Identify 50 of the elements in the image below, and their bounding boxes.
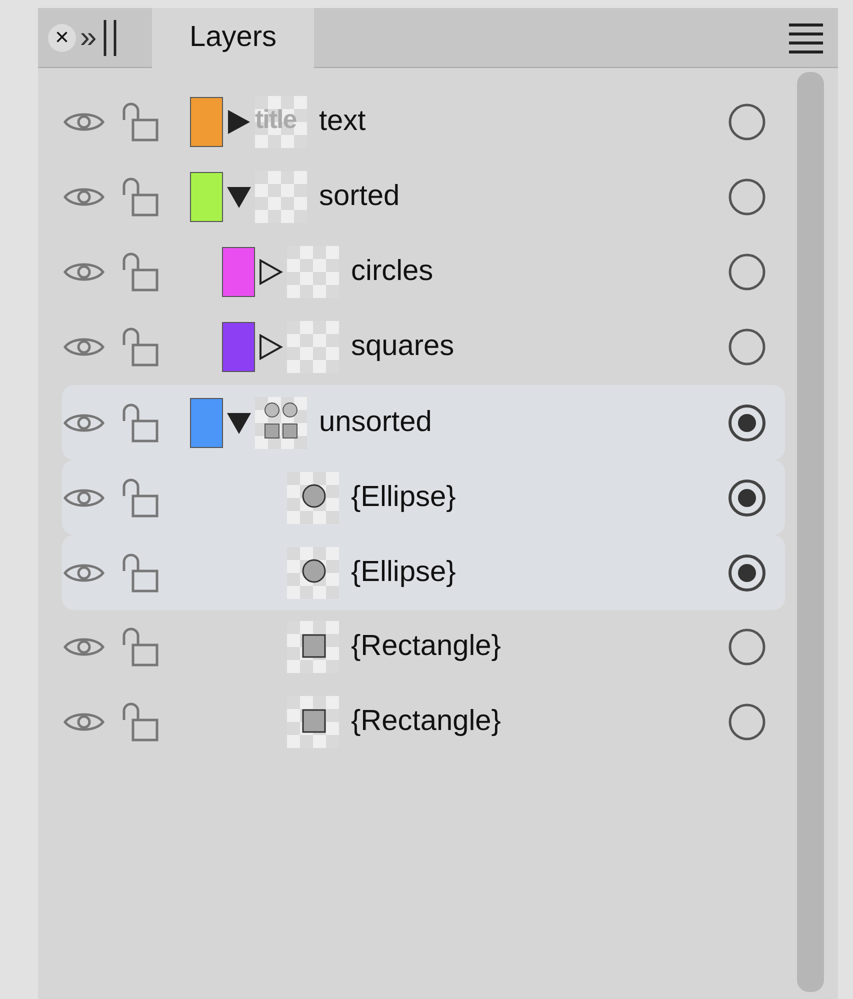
layer-thumbnail xyxy=(287,472,339,524)
collapse-triangle-icon[interactable] xyxy=(226,410,252,434)
selection-radio[interactable] xyxy=(727,702,767,742)
selection-radio[interactable] xyxy=(727,326,767,366)
selection-radio[interactable] xyxy=(727,626,767,666)
thumbnail-text: title xyxy=(255,106,296,132)
layer-name[interactable]: sorted xyxy=(319,174,400,218)
unlocked-icon[interactable] xyxy=(120,176,160,216)
unlocked-icon[interactable] xyxy=(120,252,160,292)
layer-name[interactable]: {Rectangle} xyxy=(351,624,501,668)
layers-tab[interactable]: Layers xyxy=(152,8,314,68)
collapse-button[interactable]: » xyxy=(80,22,97,52)
unlocked-icon[interactable] xyxy=(120,402,160,442)
unlocked-icon[interactable] xyxy=(120,102,160,142)
layer-thumbnail xyxy=(287,620,339,672)
unlocked-icon[interactable] xyxy=(120,702,160,742)
layer-name[interactable]: {Ellipse} xyxy=(351,476,456,520)
unlocked-icon[interactable] xyxy=(120,552,160,592)
selected-row-background[interactable]: {Ellipse} xyxy=(62,535,785,610)
selection-radio[interactable] xyxy=(727,478,767,518)
selection-radio[interactable] xyxy=(727,252,767,292)
layer-thumbnail xyxy=(287,696,339,748)
layer-name[interactable]: {Rectangle} xyxy=(351,700,501,744)
layer-name[interactable]: squares xyxy=(351,324,454,368)
layer-name[interactable]: circles xyxy=(351,250,434,294)
expand-triangle-icon[interactable] xyxy=(259,258,283,284)
layer-thumbnail xyxy=(255,396,307,448)
layer-thumbnail xyxy=(287,546,339,598)
layer-name[interactable]: unsorted xyxy=(319,400,432,444)
close-button[interactable]: × xyxy=(48,24,76,52)
unlocked-icon[interactable] xyxy=(120,626,160,666)
layer-thumbnail xyxy=(287,246,339,298)
collapse-triangle-icon[interactable] xyxy=(226,184,252,208)
layer-thumbnail xyxy=(255,96,307,148)
selection-radio[interactable] xyxy=(727,176,767,216)
expand-triangle-icon[interactable] xyxy=(259,334,283,360)
layer-thumbnail xyxy=(255,170,307,222)
layer-thumbnail xyxy=(287,320,339,372)
expand-triangle-icon[interactable] xyxy=(227,108,251,134)
scrollbar[interactable] xyxy=(797,72,824,992)
menu-icon[interactable] xyxy=(788,22,824,54)
unlocked-icon[interactable] xyxy=(120,326,160,366)
selection-radio[interactable] xyxy=(727,552,767,592)
selection-radio[interactable] xyxy=(727,402,767,442)
unlocked-icon[interactable] xyxy=(120,478,160,518)
layer-name[interactable]: text xyxy=(319,100,366,144)
layer-name[interactable]: {Ellipse} xyxy=(351,550,456,594)
selected-row-background[interactable]: unsorted xyxy=(62,385,785,460)
selection-radio[interactable] xyxy=(727,102,767,142)
selected-row-background[interactable]: {Ellipse} xyxy=(62,460,785,535)
